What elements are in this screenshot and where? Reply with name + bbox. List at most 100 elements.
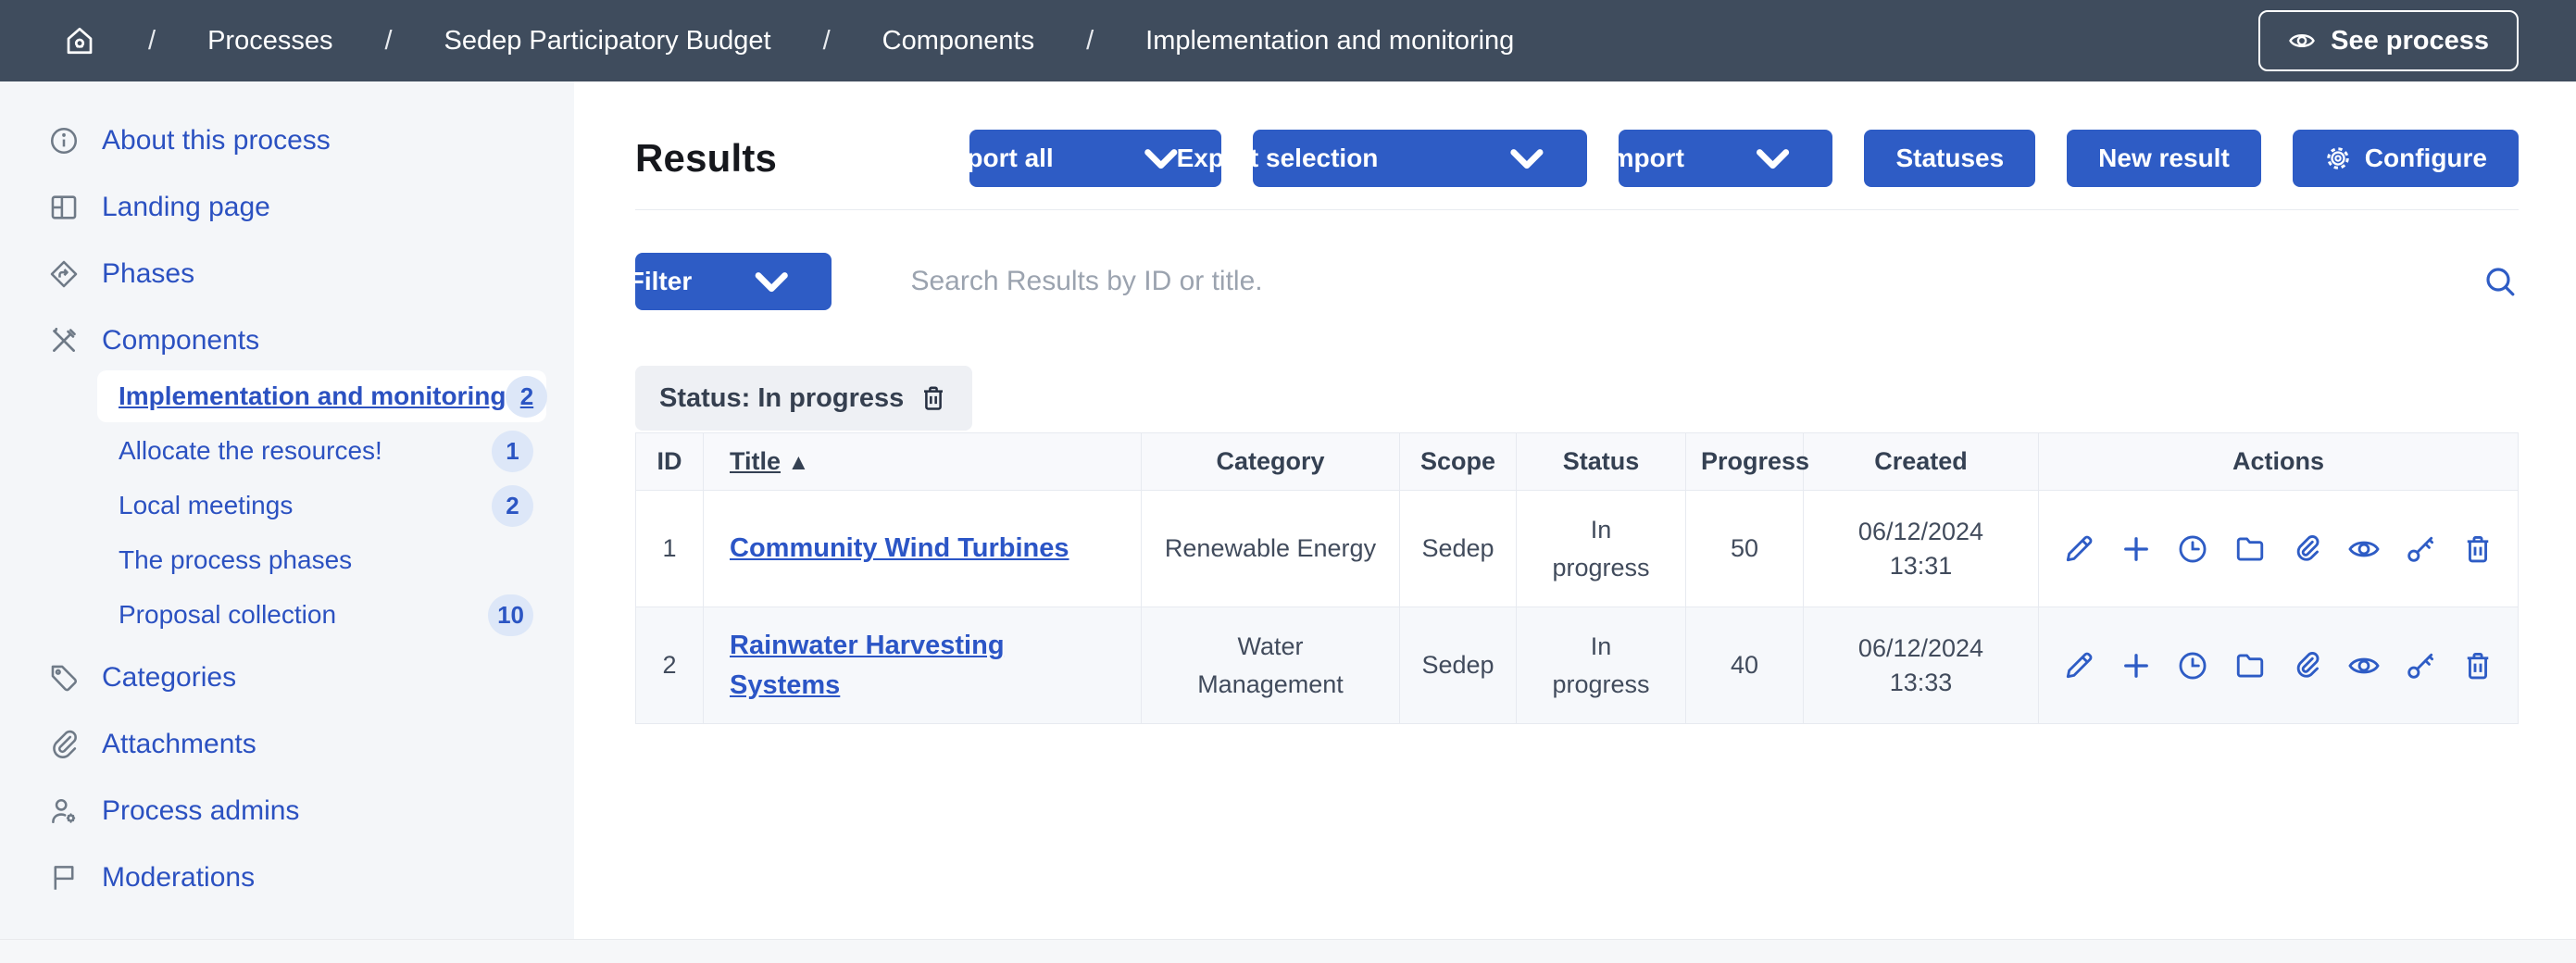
table-row: 2 Rainwater Harvesting Systems Water Man… <box>636 607 2519 724</box>
category-value: Renewable Energy <box>1165 534 1376 562</box>
breadcrumb-separator: / <box>1086 26 1094 56</box>
sidebar-subitem-allocate-the-resources[interactable]: Allocate the resources! 1 <box>97 425 546 477</box>
cell-scope: Sedep <box>1400 491 1517 607</box>
sidebar-item-label: Components <box>102 325 259 356</box>
sidebar-item-label: About this process <box>102 125 331 156</box>
breadcrumb-home-link[interactable] <box>63 24 96 57</box>
permissions-icon <box>2404 649 2437 682</box>
column-header-id: ID <box>636 433 704 491</box>
breadcrumb-item-processes[interactable]: Processes <box>207 26 332 56</box>
sort-by-title-link[interactable]: Title ▲ <box>730 447 809 475</box>
see-process-button[interactable]: See process <box>2258 10 2519 71</box>
attachments-button[interactable] <box>2290 649 2323 682</box>
column-header-actions: Actions <box>2039 433 2519 491</box>
attachment-icon <box>2290 532 2323 566</box>
status-value: In progress <box>1550 628 1652 703</box>
add-button[interactable] <box>2120 649 2153 682</box>
sidebar-item-phases[interactable]: Phases <box>48 256 574 293</box>
count-badge: 2 <box>492 485 533 527</box>
flag-icon <box>48 862 80 894</box>
sidebar-subitem-label: Implementation and monitoring <box>119 381 506 411</box>
sidebar-subitem-label: Proposal collection <box>119 600 336 630</box>
filter-button[interactable]: Filter <box>635 253 832 310</box>
cell-status: In progress <box>1517 607 1686 724</box>
edit-button[interactable] <box>2062 532 2095 566</box>
delete-button[interactable] <box>2461 649 2495 682</box>
cell-progress: 50 <box>1686 491 1804 607</box>
attachments-button[interactable] <box>2290 532 2323 566</box>
status-value: In progress <box>1550 511 1652 586</box>
paperclip-icon <box>48 729 80 760</box>
sidebar-item-attachments[interactable]: Attachments <box>48 726 574 763</box>
cell-status: In progress <box>1517 491 1686 607</box>
history-button[interactable] <box>2176 532 2209 566</box>
folder-button[interactable] <box>2233 532 2267 566</box>
cell-actions <box>2039 491 2519 607</box>
sidebar-subitem-proposal-collection[interactable]: Proposal collection 10 <box>97 589 546 641</box>
folder-button[interactable] <box>2233 649 2267 682</box>
remove-filter-button[interactable] <box>919 383 948 413</box>
sidebar-item-label: Process admins <box>102 795 299 827</box>
statuses-button[interactable]: Statuses <box>1864 130 2035 187</box>
cell-created: 06/12/2024 13:33 <box>1804 607 2039 724</box>
column-header-title-label: Title <box>730 447 781 475</box>
export-selection-button[interactable]: Export selection <box>1253 130 1588 187</box>
sidebar-item-process-admins[interactable]: Process admins <box>48 793 574 830</box>
breadcrumb-item-components[interactable]: Components <box>882 26 1034 56</box>
configure-label: Configure <box>2365 144 2487 173</box>
section-divider <box>635 209 2519 210</box>
sort-ascending-icon: ▲ <box>788 450 810 475</box>
edit-icon <box>2062 532 2095 566</box>
preview-button[interactable] <box>2347 649 2381 682</box>
history-button[interactable] <box>2176 649 2209 682</box>
sidebar-subitem-local-meetings[interactable]: Local meetings 2 <box>97 480 546 532</box>
sidebar-subitem-label: Allocate the resources! <box>119 436 382 466</box>
table-row: 1 Community Wind Turbines Renewable Ener… <box>636 491 2519 607</box>
sidebar-item-categories[interactable]: Categories <box>48 659 574 696</box>
preview-icon <box>2347 649 2381 682</box>
import-label: Import <box>1604 144 1684 173</box>
sidebar-item-label: Attachments <box>102 729 256 760</box>
components-submenu: Implementation and monitoring 2 Allocate… <box>0 370 574 641</box>
cell-title: Rainwater Harvesting Systems <box>704 607 1142 724</box>
sidebar-item-about-this-process[interactable]: About this process <box>48 122 574 159</box>
delete-icon <box>2461 532 2495 566</box>
sidebar-subitem-the-process-phases[interactable]: The process phases <box>97 534 546 586</box>
phases-icon <box>48 258 80 290</box>
active-filter-chip: Status: In progress <box>635 366 972 431</box>
sidebar-item-landing-page[interactable]: Landing page <box>48 189 574 226</box>
page-title: Results <box>635 136 777 181</box>
add-button[interactable] <box>2120 532 2153 566</box>
preview-button[interactable] <box>2347 532 2381 566</box>
new-result-button[interactable]: New result <box>2067 130 2261 187</box>
column-header-category: Category <box>1142 433 1400 491</box>
sidebar-item-moderations[interactable]: Moderations <box>48 859 574 896</box>
sidebar-subitem-implementation-and-monitoring[interactable]: Implementation and monitoring 2 <box>97 370 546 422</box>
add-icon <box>2120 649 2153 682</box>
see-process-label: See process <box>2331 26 2489 56</box>
column-header-scope: Scope <box>1400 433 1517 491</box>
import-button[interactable]: Import <box>1619 130 1832 187</box>
configure-button[interactable]: Configure <box>2293 130 2519 187</box>
breadcrumb-item-current-component[interactable]: Implementation and monitoring <box>1145 26 1514 56</box>
permissions-button[interactable] <box>2404 532 2437 566</box>
search-icon <box>2482 263 2519 300</box>
export-selection-label: Export selection <box>1177 144 1379 173</box>
result-title-link[interactable]: Community Wind Turbines <box>730 533 1069 563</box>
result-title-link[interactable]: Rainwater Harvesting Systems <box>730 631 1005 699</box>
eye-icon <box>2288 27 2316 55</box>
results-table: ID Title ▲ Category Scope Status Progres… <box>635 432 2519 724</box>
sidebar-item-label: Landing page <box>102 192 270 223</box>
edit-button[interactable] <box>2062 649 2095 682</box>
permissions-button[interactable] <box>2404 649 2437 682</box>
count-badge: 2 <box>506 376 547 418</box>
breadcrumb-item-process[interactable]: Sedep Participatory Budget <box>444 26 771 56</box>
preview-icon <box>2347 532 2381 566</box>
folder-icon <box>2233 532 2267 566</box>
search-button[interactable] <box>2482 263 2519 300</box>
footer-band <box>0 939 2576 963</box>
sidebar-item-components[interactable]: Components <box>48 322 574 359</box>
delete-button[interactable] <box>2461 532 2495 566</box>
user-gear-icon <box>48 795 80 827</box>
search-input[interactable] <box>910 266 2463 297</box>
